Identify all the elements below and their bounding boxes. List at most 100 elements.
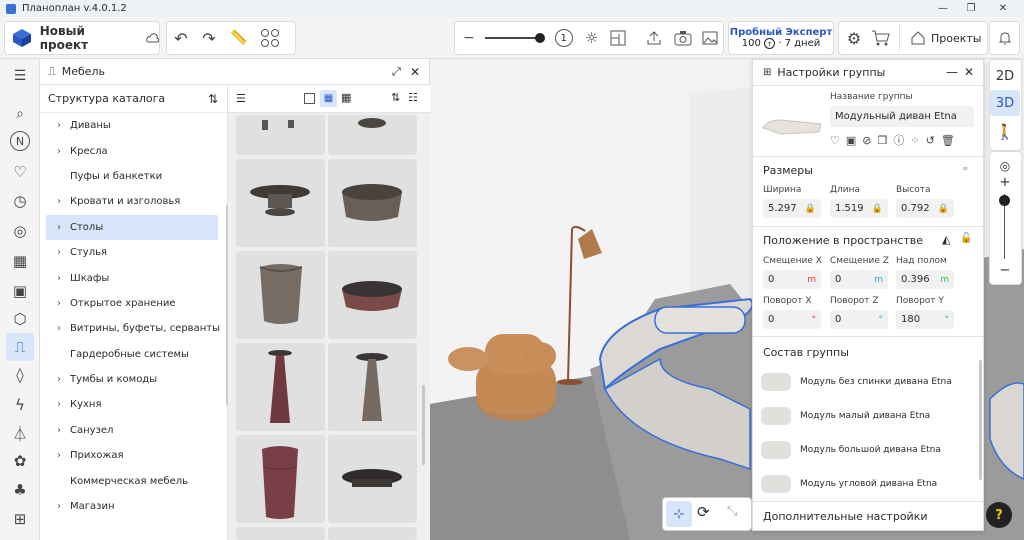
product-tile[interactable] xyxy=(328,251,417,339)
width-input[interactable]: 5.297 🔒 xyxy=(763,199,821,218)
plumbing-drop-icon[interactable]: ◊ xyxy=(6,363,34,387)
category-item[interactable]: › Открытое хранение xyxy=(40,291,226,316)
close-panel-icon[interactable]: ✕ xyxy=(410,65,420,79)
product-tile[interactable] xyxy=(236,527,325,540)
sun-icon[interactable]: ☼ xyxy=(585,29,598,47)
step-indicator[interactable]: 1 xyxy=(554,29,573,47)
chevron-right-icon[interactable]: › xyxy=(48,501,70,512)
product-tile[interactable] xyxy=(236,343,325,431)
group-objects-icon[interactable] xyxy=(259,27,281,49)
small-tiles-icon[interactable]: ▦ xyxy=(341,91,351,104)
product-tile[interactable] xyxy=(236,435,325,523)
chevron-right-icon[interactable]: › xyxy=(48,450,70,461)
product-tile[interactable] xyxy=(328,343,417,431)
walls-icon[interactable]: ▦ xyxy=(6,249,34,273)
minimize-button[interactable]: — xyxy=(928,0,958,17)
chevron-right-icon[interactable]: › xyxy=(48,399,70,410)
menu-list-icon[interactable]: ☰ xyxy=(6,64,34,88)
lock-icon[interactable]: 🔒 xyxy=(938,204,949,214)
ruler-icon[interactable]: 📏 xyxy=(223,23,255,53)
length-input[interactable]: 1.519 🔒 xyxy=(830,199,888,218)
furniture-sofa-icon[interactable]: ⎍ xyxy=(6,333,34,361)
user-icon[interactable]: ◎ xyxy=(6,219,34,243)
chevron-right-icon[interactable]: › xyxy=(48,222,70,233)
copy-icon[interactable]: ❐ xyxy=(878,134,894,147)
brand-n-icon[interactable]: N xyxy=(10,131,30,151)
move-axes-icon[interactable]: ⊹ xyxy=(666,501,692,527)
category-item[interactable]: › Кровати и изголовья xyxy=(40,189,226,214)
plants-tree-icon[interactable]: ♣ xyxy=(6,478,34,502)
product-tile[interactable] xyxy=(236,251,325,339)
walk-mode-icon[interactable]: 🚶 xyxy=(990,119,1020,145)
offset-z-input[interactable]: 0m xyxy=(830,270,888,289)
link-sizes-icon[interactable]: ⚭ xyxy=(961,164,969,175)
zoom-out-button[interactable]: − xyxy=(990,257,1020,283)
category-item[interactable]: › Магазин xyxy=(40,494,226,519)
group-member-item[interactable]: Модуль без спинки дивана Etna xyxy=(761,368,952,396)
scale-icon[interactable]: ⤡ xyxy=(727,504,737,519)
offset-x-input[interactable]: 0m xyxy=(763,270,821,289)
rotation-y-input[interactable]: 180 ° xyxy=(896,310,954,329)
category-item[interactable]: Пуфы и банкетки xyxy=(40,164,226,189)
zoom-in-icon[interactable]: + xyxy=(990,169,1020,195)
chevron-right-icon[interactable]: › xyxy=(48,247,70,258)
ungroup-icon[interactable]: ⁘ xyxy=(910,134,925,147)
maximize-button[interactable]: ❐ xyxy=(956,0,986,17)
info-icon[interactable]: ⓘ xyxy=(893,134,910,147)
zoom-out-icon[interactable]: − xyxy=(463,30,475,46)
rotation-x-input[interactable]: 0 ° xyxy=(763,310,821,329)
group-member-item[interactable]: Модуль угловой дивана Etna xyxy=(761,470,937,498)
extra-settings-header[interactable]: Дополнительные настройки xyxy=(753,504,928,528)
above-floor-input[interactable]: 0.396 m xyxy=(896,270,954,289)
expand-icon[interactable]: ⤢ xyxy=(392,65,401,79)
category-item[interactable]: › Витрины, буфеты, серванты xyxy=(40,316,226,341)
notifications-button[interactable] xyxy=(989,21,1020,55)
category-item[interactable]: › Диваны xyxy=(40,113,226,138)
history-clock-icon[interactable]: ◷ xyxy=(6,189,34,213)
minimize-panel-icon[interactable]: — xyxy=(946,65,958,79)
save-icon[interactable]: ▣ xyxy=(846,134,862,147)
lamp-icon[interactable]: ⏃ xyxy=(6,421,34,445)
group-name-input[interactable]: Модульный диван Etna xyxy=(830,106,974,127)
export-icon[interactable] xyxy=(646,30,662,46)
category-item[interactable]: › Тумбы и комоды xyxy=(40,367,226,392)
reset-icon[interactable]: ↺ xyxy=(926,134,941,147)
category-item[interactable]: › Шкафы xyxy=(40,265,226,290)
chevron-right-icon[interactable]: › xyxy=(48,374,70,385)
decor-flower-icon[interactable]: ✿ xyxy=(6,449,34,473)
rotation-z-input[interactable]: 0 ° xyxy=(830,310,888,329)
chevron-right-icon[interactable]: › xyxy=(48,120,70,131)
settings-gear-icon[interactable]: ⚙ xyxy=(839,23,869,53)
cart-icon[interactable] xyxy=(871,29,891,47)
unsave-icon[interactable]: ⊘ xyxy=(862,134,877,147)
sort-icon[interactable]: ⇅ xyxy=(391,91,400,104)
zoom-slider-handle[interactable] xyxy=(999,195,1010,206)
favorite-heart-icon[interactable]: ♡ xyxy=(6,160,34,184)
group-member-item[interactable]: Модуль малый дивана Etna xyxy=(761,402,930,430)
grid-scrollbar[interactable] xyxy=(422,385,425,465)
delete-icon[interactable]: 🗑 xyxy=(941,134,961,147)
category-item[interactable]: › Столы xyxy=(46,214,218,240)
product-tile[interactable] xyxy=(328,435,417,523)
brightness-slider[interactable] xyxy=(484,33,545,43)
help-button[interactable]: ? xyxy=(986,502,1012,528)
chevron-right-icon[interactable]: › xyxy=(48,323,70,334)
product-tile[interactable] xyxy=(328,159,417,247)
sort-toggle-icon[interactable]: ⇅ xyxy=(208,92,218,106)
cloud-icon[interactable] xyxy=(146,32,159,44)
large-tiles-icon[interactable] xyxy=(304,93,315,104)
project-name[interactable]: Новый проект xyxy=(40,24,132,52)
group-scrollbar[interactable] xyxy=(979,360,982,480)
favorite-icon[interactable]: ♡ xyxy=(830,134,846,147)
filter-icon[interactable]: ☷ xyxy=(408,91,418,104)
lock-icon[interactable]: 🔒 xyxy=(805,204,816,214)
close-group-panel-icon[interactable]: ✕ xyxy=(964,65,974,79)
category-item[interactable]: Гардеробные системы xyxy=(40,342,226,367)
category-item[interactable]: › Санузел xyxy=(40,418,226,443)
lock-icon[interactable]: 🔒 xyxy=(872,204,883,214)
projects-button[interactable]: Проекты xyxy=(931,32,982,45)
trial-box[interactable]: Пробный Эксперт 100 т · 7 дней xyxy=(728,21,834,55)
electric-bolt-icon[interactable]: ϟ xyxy=(6,393,34,417)
category-item[interactable]: Коммерческая мебель xyxy=(40,468,226,493)
mirror-icon[interactable]: ◭ xyxy=(942,233,950,246)
